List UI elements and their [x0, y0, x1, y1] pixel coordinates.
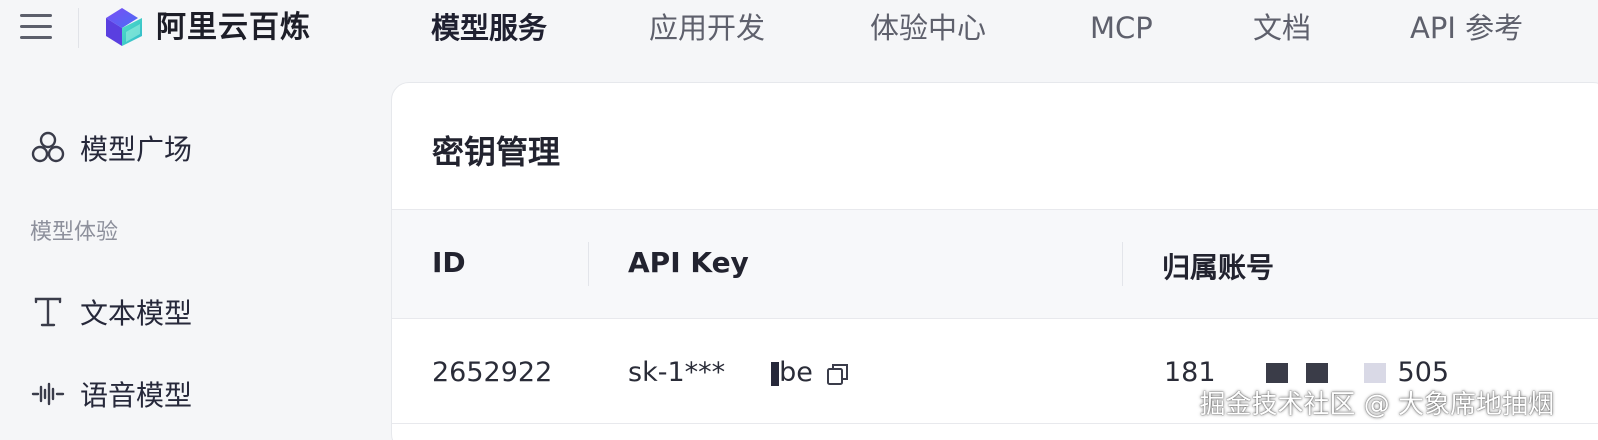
sidebar-item-label: 语音模型: [80, 379, 193, 412]
nav-experience-center[interactable]: 体验中心: [870, 6, 986, 50]
copy-icon[interactable]: [825, 361, 851, 387]
sidebar-item-label: 模型广场: [80, 133, 193, 166]
column-header-account[interactable]: 归属账号: [1162, 246, 1274, 286]
redaction-block: [1305, 363, 1328, 383]
api-key-prefix: sk-1***: [628, 357, 726, 388]
redaction-mask: [1287, 363, 1306, 383]
redaction-mask: [1385, 363, 1398, 383]
sidebar-item-model-square[interactable]: 模型广场: [28, 126, 192, 170]
aliyun-bailian-logo-icon[interactable]: [100, 4, 148, 52]
header-divider: [78, 8, 79, 48]
redaction-mask: [725, 360, 770, 387]
page-title: 密钥管理: [432, 133, 561, 171]
watermark-text: 掘金技术社区 @ 大象席地抽烟: [1199, 390, 1554, 420]
cell-api-key: sk-1*** be: [628, 355, 851, 391]
redaction-block: [1265, 363, 1288, 383]
row-divider: [392, 423, 1598, 424]
brand-name[interactable]: 阿里云百炼: [156, 6, 311, 50]
column-header-api-key[interactable]: API Key: [628, 246, 749, 279]
redaction-mask: [1215, 363, 1266, 383]
column-divider[interactable]: [1122, 242, 1123, 286]
top-navigation-bar: 阿里云百炼 模型服务 应用开发 体验中心 MCP 文档 API 参考: [0, 0, 1598, 58]
api-key-suffix: be: [779, 357, 813, 388]
model-square-icon: [28, 128, 68, 168]
nav-app-development[interactable]: 应用开发: [649, 6, 765, 50]
sidebar: 模型广场 模型体验 文本模型 语音模型: [0, 58, 390, 440]
audio-wave-icon: [28, 374, 68, 414]
redaction-block: [1363, 363, 1386, 383]
sidebar-item-text-model[interactable]: 文本模型: [28, 290, 192, 334]
redaction-mark: [771, 361, 780, 386]
nav-api-reference[interactable]: API 参考: [1410, 6, 1523, 50]
nav-model-service[interactable]: 模型服务: [431, 6, 547, 50]
text-t-icon: [28, 292, 68, 332]
cell-id: 2652922: [432, 357, 553, 388]
redaction-mask: [1327, 363, 1364, 383]
table-header: ID API Key 归属账号: [392, 209, 1598, 319]
sidebar-item-label: 文本模型: [80, 297, 193, 330]
nav-mcp[interactable]: MCP: [1090, 6, 1153, 50]
sidebar-section-model-experience: 模型体验: [30, 220, 119, 245]
sidebar-item-voice-model[interactable]: 语音模型: [28, 372, 192, 416]
column-header-id[interactable]: ID: [432, 246, 466, 279]
nav-docs[interactable]: 文档: [1253, 6, 1311, 50]
hamburger-menu-icon[interactable]: [18, 10, 56, 44]
column-divider[interactable]: [588, 242, 589, 286]
